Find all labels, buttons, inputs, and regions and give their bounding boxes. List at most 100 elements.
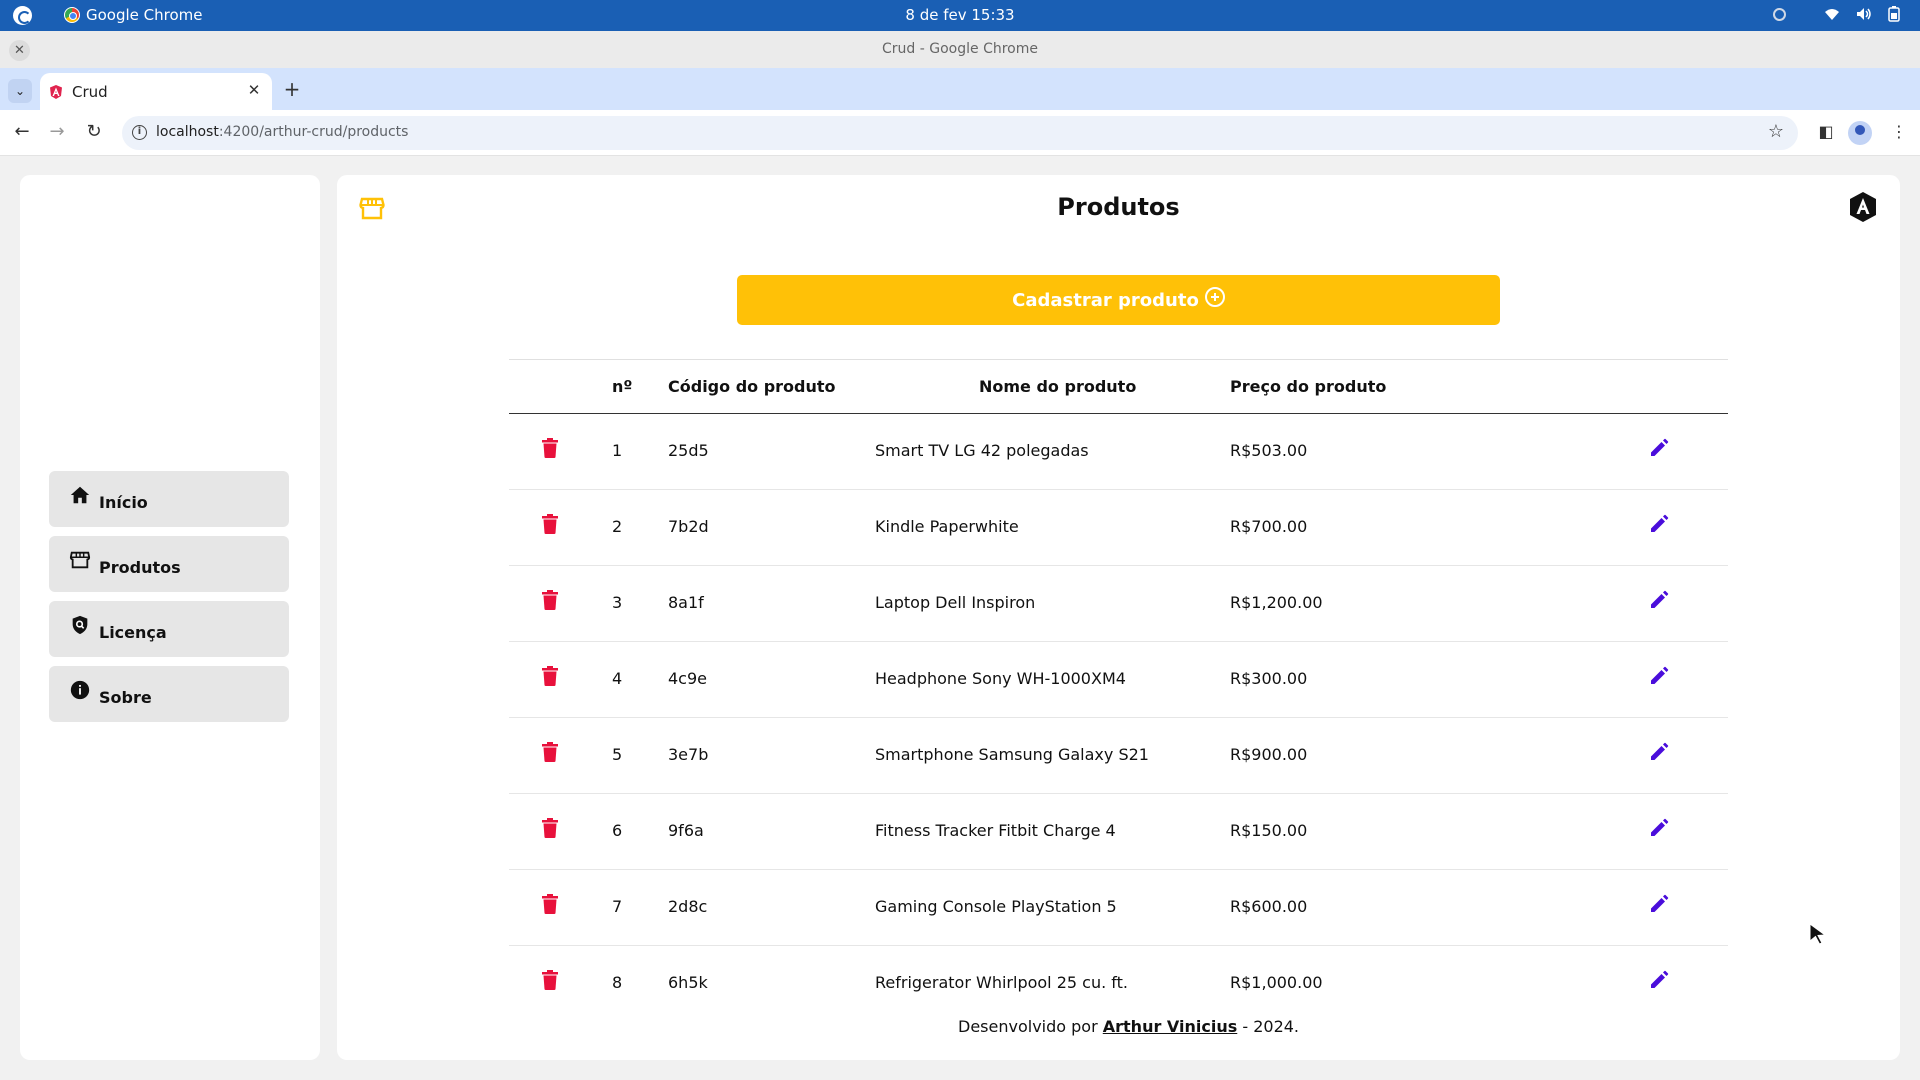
page-title: Produtos [1057, 193, 1180, 221]
cell-code: 6h5k [668, 973, 708, 992]
profile-avatar[interactable] [1848, 121, 1872, 145]
cell-name: Kindle Paperwhite [875, 517, 1019, 536]
chrome-menu-icon[interactable]: ⋮ [1887, 120, 1911, 144]
reload-button[interactable]: ↻ [82, 120, 106, 144]
cell-price: R$1,000.00 [1230, 973, 1323, 992]
window-title: Crud - Google Chrome [882, 41, 1038, 57]
cell-number: 7 [612, 897, 623, 916]
cell-number: 6 [612, 821, 623, 840]
url-text[interactable]: localhost:4200/arthur-crud/products [156, 124, 408, 140]
edit-pencil-icon[interactable] [1649, 894, 1669, 914]
back-button[interactable]: ← [10, 120, 34, 144]
os-menu-icon[interactable] [13, 6, 32, 25]
column-header-number: nº [612, 377, 633, 396]
edit-pencil-icon[interactable] [1649, 666, 1669, 686]
cell-code: 3e7b [668, 745, 709, 764]
sidebar-item-produtos[interactable]: Produtos [49, 536, 289, 592]
table-row: 6 9f6a Fitness Tracker Fitbit Charge 4 R$15… [509, 794, 1728, 870]
table-row: 1 25d5 Smart TV LG 42 polegadas R$503.00 [509, 414, 1728, 490]
column-header-name: Nome do produto [979, 377, 1137, 396]
table-row: 3 8a1f Laptop Dell Inspiron R$1,200.00 [509, 566, 1728, 642]
table-row: 4 4c9e Headphone Sony WH-1000XM4 R$300.00 [509, 642, 1728, 718]
side-panel-icon[interactable]: ◧ [1814, 120, 1838, 144]
os-app-name: Google Chrome [86, 6, 203, 24]
cell-code: 25d5 [668, 441, 709, 460]
system-tray[interactable] [1773, 6, 1900, 22]
cell-number: 5 [612, 745, 623, 764]
author-link[interactable]: Arthur Vinicius [1103, 1017, 1238, 1036]
cell-number: 2 [612, 517, 623, 536]
delete-trash-icon[interactable] [542, 970, 558, 990]
table-header: nº Código do produto Nome do produto Pre… [509, 359, 1728, 414]
edit-pencil-icon[interactable] [1649, 970, 1669, 990]
info-icon [70, 680, 90, 700]
battery-icon [1888, 6, 1900, 22]
tab-close-icon[interactable]: ✕ [244, 81, 264, 99]
cell-name: Fitness Tracker Fitbit Charge 4 [875, 821, 1116, 840]
wifi-icon [1825, 9, 1839, 20]
cell-number: 1 [612, 441, 623, 460]
cell-name: Smart TV LG 42 polegadas [875, 441, 1089, 460]
browser-toolbar: ← → ↻ i localhost:4200/arthur-crud/produ… [0, 110, 1920, 156]
products-table: nº Código do produto Nome do produto Pre… [509, 359, 1728, 1022]
cell-name: Gaming Console PlayStation 5 [875, 897, 1117, 916]
add-product-label: Cadastrar produto [1012, 289, 1199, 311]
sidebar-item-inicio[interactable]: Início [49, 471, 289, 527]
cell-number: 3 [612, 593, 623, 612]
cell-price: R$700.00 [1230, 517, 1308, 536]
status-circle-icon [1773, 7, 1786, 21]
edit-pencil-icon[interactable] [1649, 514, 1669, 534]
tab-search-button[interactable]: ⌄ [8, 79, 32, 103]
edit-pencil-icon[interactable] [1649, 590, 1669, 610]
cell-code: 8a1f [668, 593, 704, 612]
home-icon [70, 486, 90, 504]
site-info-icon[interactable]: i [132, 125, 147, 140]
delete-trash-icon[interactable] [542, 894, 558, 914]
edit-pencil-icon[interactable] [1649, 742, 1669, 762]
angular-favicon-icon [50, 85, 62, 99]
sidebar-item-label: Produtos [99, 557, 181, 577]
delete-trash-icon[interactable] [542, 666, 558, 686]
delete-trash-icon[interactable] [542, 438, 558, 458]
sidebar-item-label: Licença [99, 622, 167, 642]
cell-price: R$1,200.00 [1230, 593, 1323, 612]
address-bar[interactable]: i localhost:4200/arthur-crud/products ☆ [122, 116, 1798, 150]
cell-code: 9f6a [668, 821, 704, 840]
cell-price: R$300.00 [1230, 669, 1308, 688]
page-viewport: Início Produtos Licença Sobre Produtos C… [0, 156, 1920, 1080]
delete-trash-icon[interactable] [542, 590, 558, 610]
delete-trash-icon[interactable] [542, 742, 558, 762]
os-clock[interactable]: 8 de fev 15:33 [0, 6, 1920, 24]
cell-name: Laptop Dell Inspiron [875, 593, 1036, 612]
sidebar-item-licenca[interactable]: Licença [49, 601, 289, 657]
column-header-code: Código do produto [668, 377, 836, 396]
delete-trash-icon[interactable] [542, 514, 558, 534]
column-header-price: Preço do produto [1230, 377, 1387, 396]
sidebar-item-label: Sobre [99, 687, 152, 707]
cell-name: Smartphone Samsung Galaxy S21 [875, 745, 1149, 764]
os-top-bar: Google Chrome 8 de fev 15:33 [0, 0, 1920, 31]
os-active-app[interactable]: Google Chrome [64, 6, 203, 24]
sidebar-item-sobre[interactable]: Sobre [49, 666, 289, 722]
cell-code: 2d8c [668, 897, 708, 916]
cell-number: 8 [612, 973, 623, 992]
main-panel: Produtos Cadastrar produto nº Código do … [337, 175, 1900, 1060]
add-product-button[interactable]: Cadastrar produto [737, 275, 1500, 325]
table-row: 5 3e7b Smartphone Samsung Galaxy S21 R$900.… [509, 718, 1728, 794]
new-tab-button[interactable]: + [282, 77, 302, 101]
cell-price: R$900.00 [1230, 745, 1308, 764]
forward-button[interactable]: → [45, 120, 69, 144]
tab-crud[interactable]: Crud ✕ [40, 73, 272, 110]
cell-price: R$600.00 [1230, 897, 1308, 916]
cell-code: 7b2d [668, 517, 709, 536]
cell-price: R$150.00 [1230, 821, 1308, 840]
footer-text: Desenvolvido por Arthur Vinicius - 2024. [958, 1017, 1300, 1036]
edit-pencil-icon[interactable] [1649, 438, 1669, 458]
bookmark-star-icon[interactable]: ☆ [1768, 121, 1784, 142]
shield-search-icon [72, 615, 88, 635]
edit-pencil-icon[interactable] [1649, 818, 1669, 838]
delete-trash-icon[interactable] [542, 818, 558, 838]
sidebar-item-label: Início [99, 492, 148, 512]
table-row: 8 6h5k Refrigerator Whirlpool 25 cu. ft. R$… [509, 946, 1728, 1022]
sidebar: Início Produtos Licença Sobre [20, 175, 320, 1060]
